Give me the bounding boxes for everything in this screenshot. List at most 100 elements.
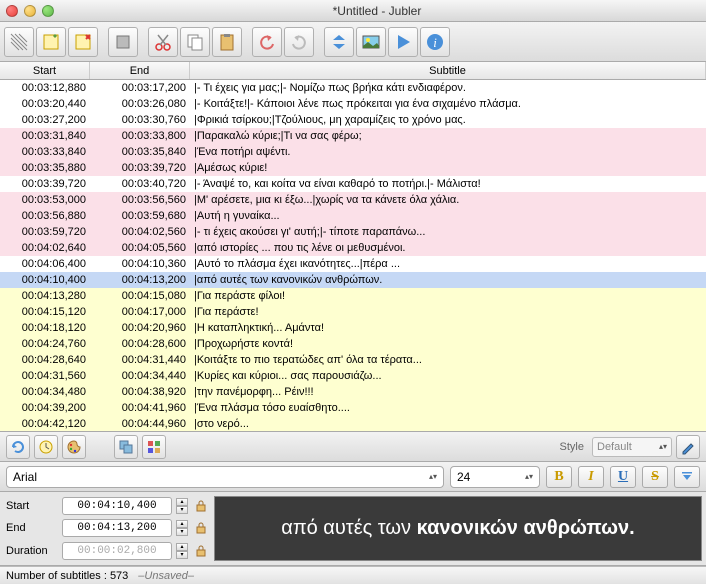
table-row[interactable]: 00:03:53,00000:03:56,560|Μ' αρέσετε, μια…: [0, 192, 706, 208]
redo-button[interactable]: [284, 27, 314, 57]
style-dropdown[interactable]: Default▴▾: [592, 437, 672, 457]
table-row[interactable]: 00:04:18,12000:04:20,960|Η καταπληκτική.…: [0, 320, 706, 336]
style-label: Style: [560, 441, 584, 453]
end-label: End: [6, 522, 58, 534]
underline-button[interactable]: U: [610, 466, 636, 488]
paste-button[interactable]: [212, 27, 242, 57]
table-row[interactable]: 00:04:02,64000:04:05,560|από ιστορίες ..…: [0, 240, 706, 256]
grid-button[interactable]: [142, 435, 166, 459]
clock-button[interactable]: [34, 435, 58, 459]
cell-start: 00:03:20,440: [0, 96, 90, 112]
table-row[interactable]: 00:03:12,88000:03:17,200|- Τι έχεις για …: [0, 80, 706, 96]
table-row[interactable]: 00:04:39,20000:04:41,960|Ένα πλάσμα τόσο…: [0, 400, 706, 416]
font-size-dropdown[interactable]: 24▴▾: [450, 466, 540, 488]
font-family-dropdown[interactable]: Arial▴▾: [6, 466, 444, 488]
strikethrough-button[interactable]: S: [642, 466, 668, 488]
new-subtitle-button[interactable]: [36, 27, 66, 57]
window-title: *Untitled - Jubler: [54, 4, 700, 18]
duration-spinner[interactable]: ▴▾: [176, 543, 188, 559]
lock-icon[interactable]: [194, 544, 208, 558]
cell-subtitle: |στο νερό...: [190, 416, 706, 432]
col-subtitle[interactable]: Subtitle: [190, 62, 706, 79]
edit-style-button[interactable]: [676, 435, 700, 459]
cell-start: 00:04:34,480: [0, 384, 90, 400]
cell-subtitle: |Αυτή η γυναίκα...: [190, 208, 706, 224]
cell-end: 00:04:02,560: [90, 224, 190, 240]
expand-button[interactable]: [324, 27, 354, 57]
minimize-icon[interactable]: [24, 5, 36, 17]
layers-button[interactable]: [114, 435, 138, 459]
table-row[interactable]: 00:03:35,88000:03:39,720|Αμέσως κύριε!: [0, 160, 706, 176]
duration-input[interactable]: [62, 542, 172, 560]
cell-end: 00:03:26,080: [90, 96, 190, 112]
cell-start: 00:03:59,720: [0, 224, 90, 240]
italic-button[interactable]: I: [578, 466, 604, 488]
window-titlebar: *Untitled - Jubler: [0, 0, 706, 22]
table-row[interactable]: 00:04:15,12000:04:17,000|Για περάστε!: [0, 304, 706, 320]
info-button[interactable]: i: [420, 27, 450, 57]
cell-start: 00:04:18,120: [0, 320, 90, 336]
cell-subtitle: |από ιστορίες ... που τις λένε οι μεθυσμ…: [190, 240, 706, 256]
lock-icon[interactable]: [194, 521, 208, 535]
cell-end: 00:04:34,440: [90, 368, 190, 384]
table-row[interactable]: 00:04:13,28000:04:15,080|Για περάστε φίλ…: [0, 288, 706, 304]
hatch-button[interactable]: [4, 27, 34, 57]
count-label: Number of subtitles :: [6, 570, 107, 582]
table-row[interactable]: 00:03:27,20000:03:30,760|Φρικιά τσίρκου;…: [0, 112, 706, 128]
box-button[interactable]: [108, 27, 138, 57]
delete-subtitle-button[interactable]: [68, 27, 98, 57]
status-bar: Number of subtitles : 573 –Unsaved–: [0, 566, 706, 584]
lock-icon[interactable]: [194, 499, 208, 513]
table-row[interactable]: 00:04:28,64000:04:31,440|Κοιτάξτε το πιο…: [0, 352, 706, 368]
main-toolbar: i: [0, 22, 706, 62]
cell-subtitle: |- Άναψέ το, και κοίτα να είναι καθαρό τ…: [190, 176, 706, 192]
table-row[interactable]: 00:04:06,40000:04:10,360|Αυτό το πλάσμα …: [0, 256, 706, 272]
start-spinner[interactable]: ▴▾: [176, 498, 188, 514]
count-value: 573: [110, 570, 128, 582]
cell-end: 00:04:28,600: [90, 336, 190, 352]
cell-start: 00:04:42,120: [0, 416, 90, 432]
close-icon[interactable]: [6, 5, 18, 17]
start-input[interactable]: [62, 497, 172, 515]
cell-end: 00:04:20,960: [90, 320, 190, 336]
end-spinner[interactable]: ▴▾: [176, 520, 188, 536]
table-row[interactable]: 00:03:59,72000:04:02,560|- τι έχεις ακού…: [0, 224, 706, 240]
preview-image-button[interactable]: [356, 27, 386, 57]
table-row[interactable]: 00:03:56,88000:03:59,680|Αυτή η γυναίκα.…: [0, 208, 706, 224]
cell-subtitle: |Για περάστε!: [190, 304, 706, 320]
cell-start: 00:04:28,640: [0, 352, 90, 368]
cell-start: 00:03:39,720: [0, 176, 90, 192]
end-input[interactable]: [62, 519, 172, 537]
play-button[interactable]: [388, 27, 418, 57]
refresh-button[interactable]: [6, 435, 30, 459]
table-row[interactable]: 00:04:42,12000:04:44,960|στο νερό...: [0, 416, 706, 432]
copy-button[interactable]: [180, 27, 210, 57]
cell-start: 00:04:06,400: [0, 256, 90, 272]
subtitle-preview[interactable]: από αυτές των κανονικών ανθρώπων.: [214, 496, 702, 561]
table-row[interactable]: 00:04:24,76000:04:28,600|Προχωρήστε κοντ…: [0, 336, 706, 352]
palette-button[interactable]: [62, 435, 86, 459]
col-end[interactable]: End: [90, 62, 190, 79]
cell-subtitle: |- Τι έχεις για μας;|- Νομίζω πως βρήκα …: [190, 80, 706, 96]
cell-end: 00:03:40,720: [90, 176, 190, 192]
edit-area: Start ▴▾ End ▴▾ Duration ▴▾ από αυτές τω…: [0, 492, 706, 566]
table-row[interactable]: 00:04:10,40000:04:13,200|από αυτές των κ…: [0, 272, 706, 288]
cell-start: 00:04:13,280: [0, 288, 90, 304]
undo-button[interactable]: [252, 27, 282, 57]
zoom-icon[interactable]: [42, 5, 54, 17]
table-row[interactable]: 00:03:20,44000:03:26,080|- Κοιτάξτε!|- Κ…: [0, 96, 706, 112]
dropdown-button[interactable]: [674, 466, 700, 488]
cell-start: 00:03:53,000: [0, 192, 90, 208]
cell-end: 00:04:17,000: [90, 304, 190, 320]
col-start[interactable]: Start: [0, 62, 90, 79]
table-row[interactable]: 00:03:31,84000:03:33,800|Παρακαλώ κύριε;…: [0, 128, 706, 144]
cell-end: 00:04:31,440: [90, 352, 190, 368]
cut-button[interactable]: [148, 27, 178, 57]
table-row[interactable]: 00:04:34,48000:04:38,920|την πανέμορφη..…: [0, 384, 706, 400]
subtitle-table[interactable]: 00:03:12,88000:03:17,200|- Τι έχεις για …: [0, 80, 706, 432]
bold-button[interactable]: B: [546, 466, 572, 488]
table-row[interactable]: 00:04:31,56000:04:34,440|Κυρίες και κύρι…: [0, 368, 706, 384]
table-row[interactable]: 00:03:39,72000:03:40,720|- Άναψέ το, και…: [0, 176, 706, 192]
table-row[interactable]: 00:03:33,84000:03:35,840|Ένα ποτήρι αψέν…: [0, 144, 706, 160]
cell-start: 00:03:27,200: [0, 112, 90, 128]
